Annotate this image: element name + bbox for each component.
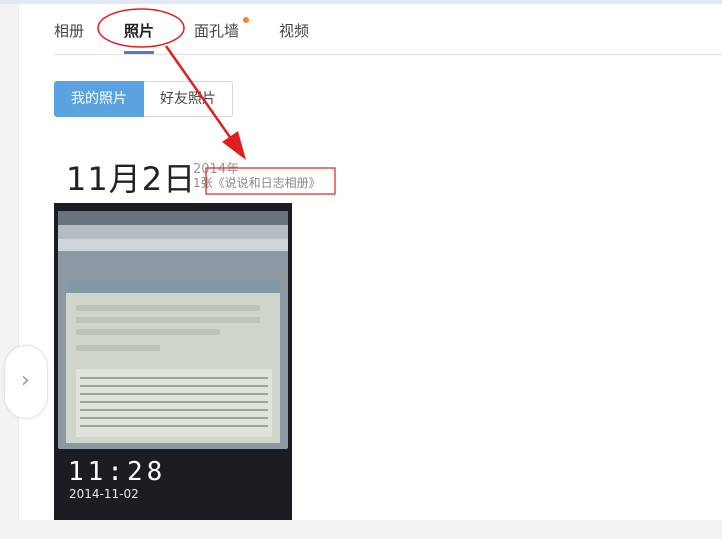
tab-face-wall[interactable]: 面孔墙 [194, 17, 250, 41]
my-photos-button[interactable]: 我的照片 [54, 81, 144, 117]
photo-monitor-content [58, 211, 288, 449]
tab-videos[interactable]: 视频 [279, 20, 309, 41]
friends-photos-button[interactable]: 好友照片 [144, 81, 233, 117]
photo-scope-toggle: 我的照片 好友照片 [54, 81, 233, 117]
tab-divider [54, 54, 722, 55]
photo-thumbnail[interactable]: 11:28 2014-11-02 [54, 203, 292, 520]
notification-dot [243, 17, 250, 23]
prev-button[interactable]: › [4, 345, 48, 419]
tab-photos[interactable]: 照片 [124, 20, 155, 54]
photo-clock-text: 11:28 [68, 457, 167, 487]
tab-albums[interactable]: 相册 [54, 20, 84, 41]
tab-face-wall-label: 面孔墙 [194, 22, 240, 40]
album-tabs: 相册 照片 面孔墙 视频 [54, 17, 349, 54]
bottom-gap [18, 520, 722, 539]
group-count[interactable]: 1张《说说和日志相册》 [193, 174, 321, 191]
chevron-left-icon: › [21, 368, 30, 393]
photo-date-stamp: 2014-11-02 [69, 487, 139, 501]
group-date: 11月2日 [66, 160, 197, 198]
